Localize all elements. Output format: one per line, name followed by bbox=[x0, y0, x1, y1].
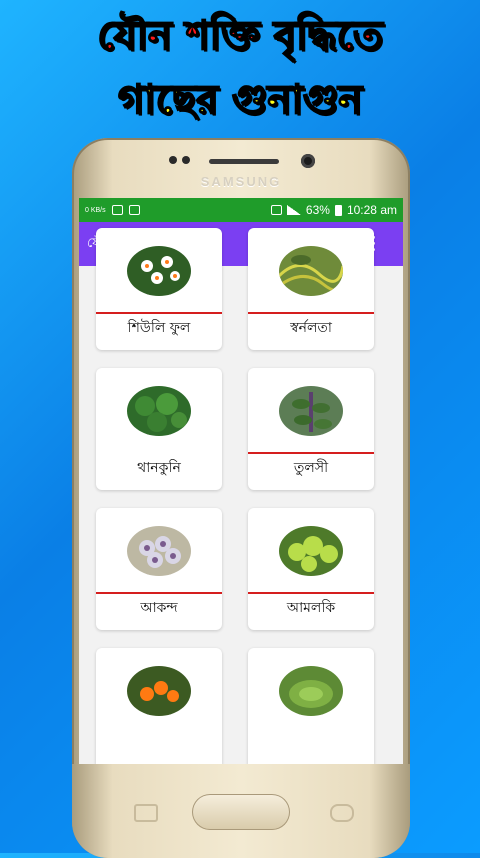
network-speed: 0 KB/s bbox=[85, 206, 106, 214]
herb-label: থানকুনি bbox=[137, 460, 181, 476]
data-icon bbox=[270, 205, 282, 215]
tulsi-image bbox=[279, 386, 343, 436]
herb-card[interactable]: স্বর্নলতা bbox=[248, 228, 374, 350]
herb-label: তুলসী bbox=[293, 460, 329, 476]
camera-icon bbox=[301, 154, 315, 168]
phone-bottom-bezel bbox=[72, 764, 410, 858]
recent-apps-icon[interactable] bbox=[134, 804, 158, 822]
image-icon bbox=[111, 205, 123, 215]
night-jasmine-image bbox=[127, 246, 191, 296]
herb-card[interactable] bbox=[248, 648, 374, 770]
card-divider bbox=[248, 312, 374, 314]
sensor-icon bbox=[182, 156, 190, 164]
battery-percent: 63% bbox=[305, 203, 330, 217]
herb-card[interactable]: শিউলি ফুল bbox=[96, 228, 222, 350]
herb-card[interactable]: আকন্দ bbox=[96, 508, 222, 630]
promo-title-line2: গাছের গুনাগুন bbox=[117, 76, 363, 124]
golden-dodder-image bbox=[279, 246, 343, 296]
card-divider bbox=[96, 592, 222, 594]
battery-icon bbox=[334, 204, 342, 216]
clock: 10:28 am bbox=[346, 203, 397, 217]
herb-card[interactable]: আমলকি bbox=[248, 508, 374, 630]
card-divider bbox=[248, 452, 374, 454]
back-icon[interactable] bbox=[330, 804, 354, 822]
sensor-icon bbox=[169, 156, 177, 164]
herb-card[interactable]: তুলসী bbox=[248, 368, 374, 490]
green-plant-image bbox=[279, 666, 343, 716]
card-divider bbox=[96, 312, 222, 314]
phone-frame: SAMSUNG 0 KB/s 63% 10:28 am যৌন শক্তি বৃ… bbox=[72, 138, 410, 858]
orange-berries-image bbox=[127, 666, 191, 716]
amla-image bbox=[279, 526, 343, 576]
calotropis-image bbox=[127, 526, 191, 576]
herb-card[interactable]: থানকুনি bbox=[96, 368, 222, 490]
status-bar: 0 KB/s 63% 10:28 am bbox=[79, 198, 403, 222]
home-button[interactable] bbox=[192, 794, 290, 830]
speaker-grill bbox=[209, 159, 279, 164]
phone-brand: SAMSUNG bbox=[200, 174, 282, 189]
herb-label: স্বর্নলতা bbox=[290, 320, 332, 336]
herb-label: আকন্দ bbox=[140, 600, 178, 616]
app-notification-icon bbox=[128, 205, 140, 215]
herb-card[interactable] bbox=[96, 648, 222, 770]
centella-image bbox=[127, 386, 191, 436]
signal-icon bbox=[286, 205, 301, 215]
herb-label: আমলকি bbox=[286, 600, 336, 616]
herb-label: শিউলি ফুল bbox=[127, 320, 191, 336]
card-divider bbox=[248, 592, 374, 594]
promo-title-line1: যৌন শক্তি বৃদ্ধিতে bbox=[96, 12, 383, 60]
